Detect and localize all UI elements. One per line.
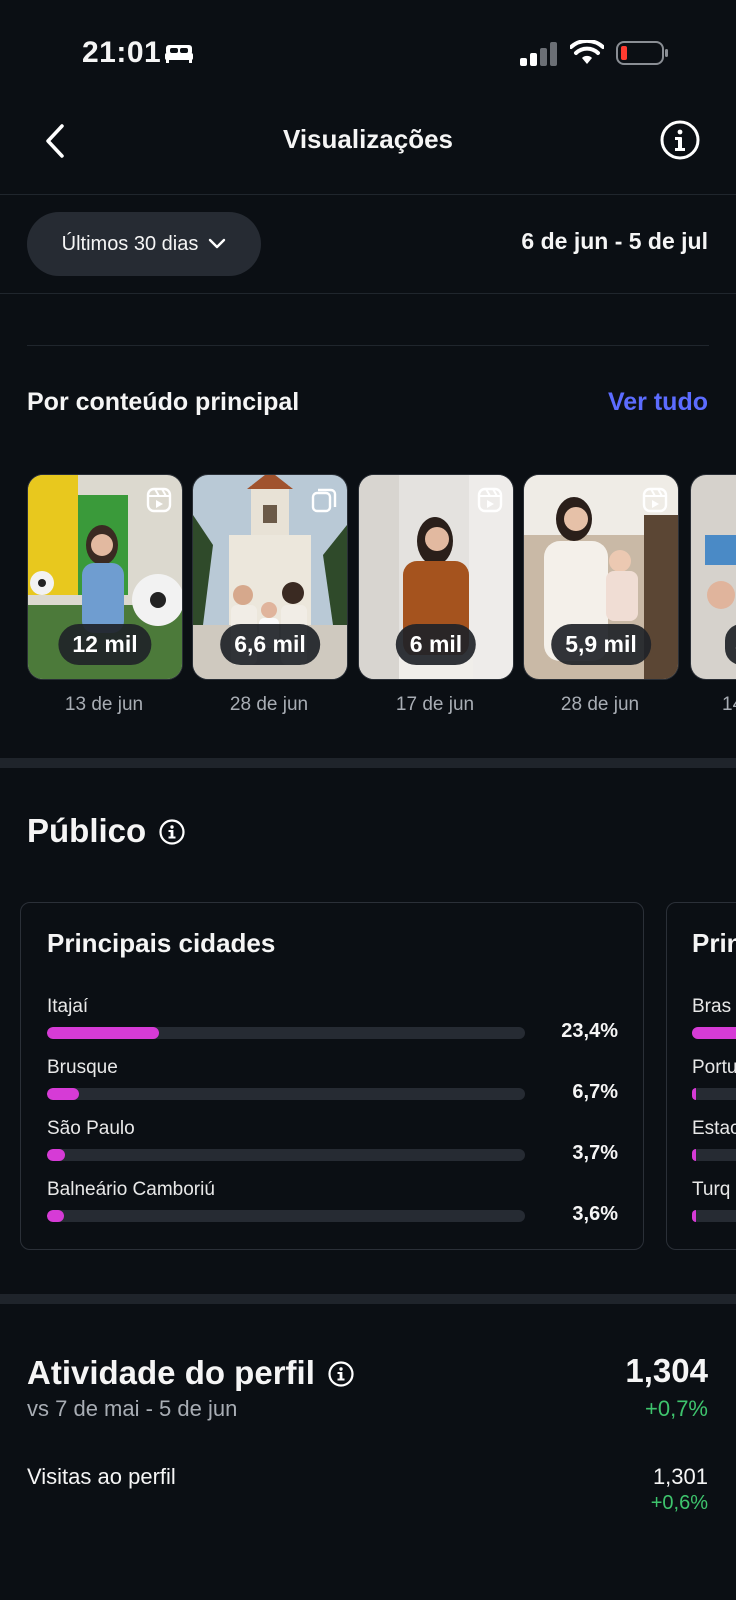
country-label: Portu (692, 1057, 736, 1078)
city-bar (47, 1027, 525, 1039)
reel-icon (146, 487, 172, 513)
reel-icon (477, 487, 503, 513)
chevron-down-icon (209, 238, 226, 249)
city-label: São Paulo (47, 1118, 135, 1139)
carousel-icon (311, 488, 337, 513)
period-dropdown-label: Últimos 30 dias (61, 232, 199, 255)
city-percentage: 3,7% (572, 1142, 618, 1164)
battery-icon (616, 41, 668, 65)
city-percentage: 3,6% (572, 1203, 618, 1225)
date-range: 6 de jun - 5 de jul (521, 228, 708, 254)
city-bar (47, 1210, 525, 1222)
period-dropdown[interactable]: Últimos 30 dias (27, 212, 261, 276)
section-separator (0, 758, 736, 768)
country-label: Estac (692, 1118, 736, 1139)
header-divider (0, 194, 736, 195)
country-bar (692, 1149, 736, 1161)
info-icon[interactable] (327, 1360, 355, 1388)
card-title: Prin (692, 928, 736, 958)
city-bar-fill (47, 1027, 159, 1039)
city-bar (47, 1149, 525, 1161)
reel-icon (642, 487, 668, 513)
country-bar-fill (692, 1210, 696, 1222)
section-divider (27, 345, 709, 346)
country-bar (692, 1027, 736, 1039)
profile-visits-value: 1,301 (652, 1464, 708, 1489)
card-title: Principais cidades (47, 928, 276, 958)
city-percentage: 23,4% (561, 1020, 618, 1042)
profile-activity-change: +0,7% (645, 1396, 708, 1421)
content-date: 28 de jun (560, 694, 640, 715)
views-badge: 6,6 mil (220, 624, 320, 665)
status-time: 21:01 (82, 36, 162, 69)
content-date: 17 de jun (395, 694, 475, 715)
see-all-link[interactable]: Ver tudo (608, 388, 708, 417)
profile-visits-label: Visitas ao perfil (27, 1464, 176, 1489)
city-bar-fill (47, 1088, 80, 1100)
info-icon[interactable] (158, 818, 186, 846)
city-label: Itajaí (47, 996, 89, 1017)
top-content-title: Por conteúdo principal (27, 388, 300, 416)
page-title: Visualizações (282, 124, 454, 154)
audience-title: Público (27, 812, 147, 849)
city-bar (47, 1088, 525, 1100)
profile-activity-title: Atividade do perfil (27, 1354, 315, 1391)
city-bar-fill (47, 1149, 65, 1161)
country-bar-fill (692, 1149, 696, 1161)
filter-divider (0, 293, 736, 294)
sleep-focus-icon (165, 45, 193, 63)
profile-visits-change: +0,6% (650, 1492, 708, 1514)
country-bar-fill (692, 1027, 736, 1039)
country-label: Turq (692, 1179, 731, 1200)
content-date: 13 de jun (64, 694, 144, 715)
city-percentage: 6,7% (572, 1081, 618, 1103)
country-bar (692, 1210, 736, 1222)
content-thumbnail[interactable]: 12 mil (27, 474, 183, 680)
wifi-icon (570, 40, 604, 64)
city-bar-fill (47, 1210, 65, 1222)
content-thumbnail[interactable]: 6,6 mil (192, 474, 348, 680)
city-label: Balneário Camboriú (47, 1179, 215, 1200)
city-label: Brusque (47, 1057, 118, 1078)
cellular-signal-icon (520, 42, 557, 66)
content-date: 14 (722, 694, 736, 715)
content-date: 28 de jun (229, 694, 309, 715)
content-thumbnail[interactable]: 5,9 mil (523, 474, 679, 680)
content-thumbnail[interactable]: 6 mil (358, 474, 514, 680)
views-badge: 12 mil (58, 624, 152, 665)
views-badge: 6 mil (395, 624, 477, 665)
profile-activity-value: 1,304 (625, 1352, 708, 1389)
section-separator (0, 1294, 736, 1304)
country-bar-fill (692, 1088, 696, 1100)
country-label: Bras (692, 996, 732, 1017)
views-badge: 5,9 mil (551, 624, 651, 665)
country-bar (692, 1088, 736, 1100)
comparison-period: vs 7 de mai - 5 de jun (27, 1396, 238, 1421)
info-icon[interactable] (658, 118, 702, 162)
content-thumbnail[interactable]: 5 (690, 474, 736, 680)
